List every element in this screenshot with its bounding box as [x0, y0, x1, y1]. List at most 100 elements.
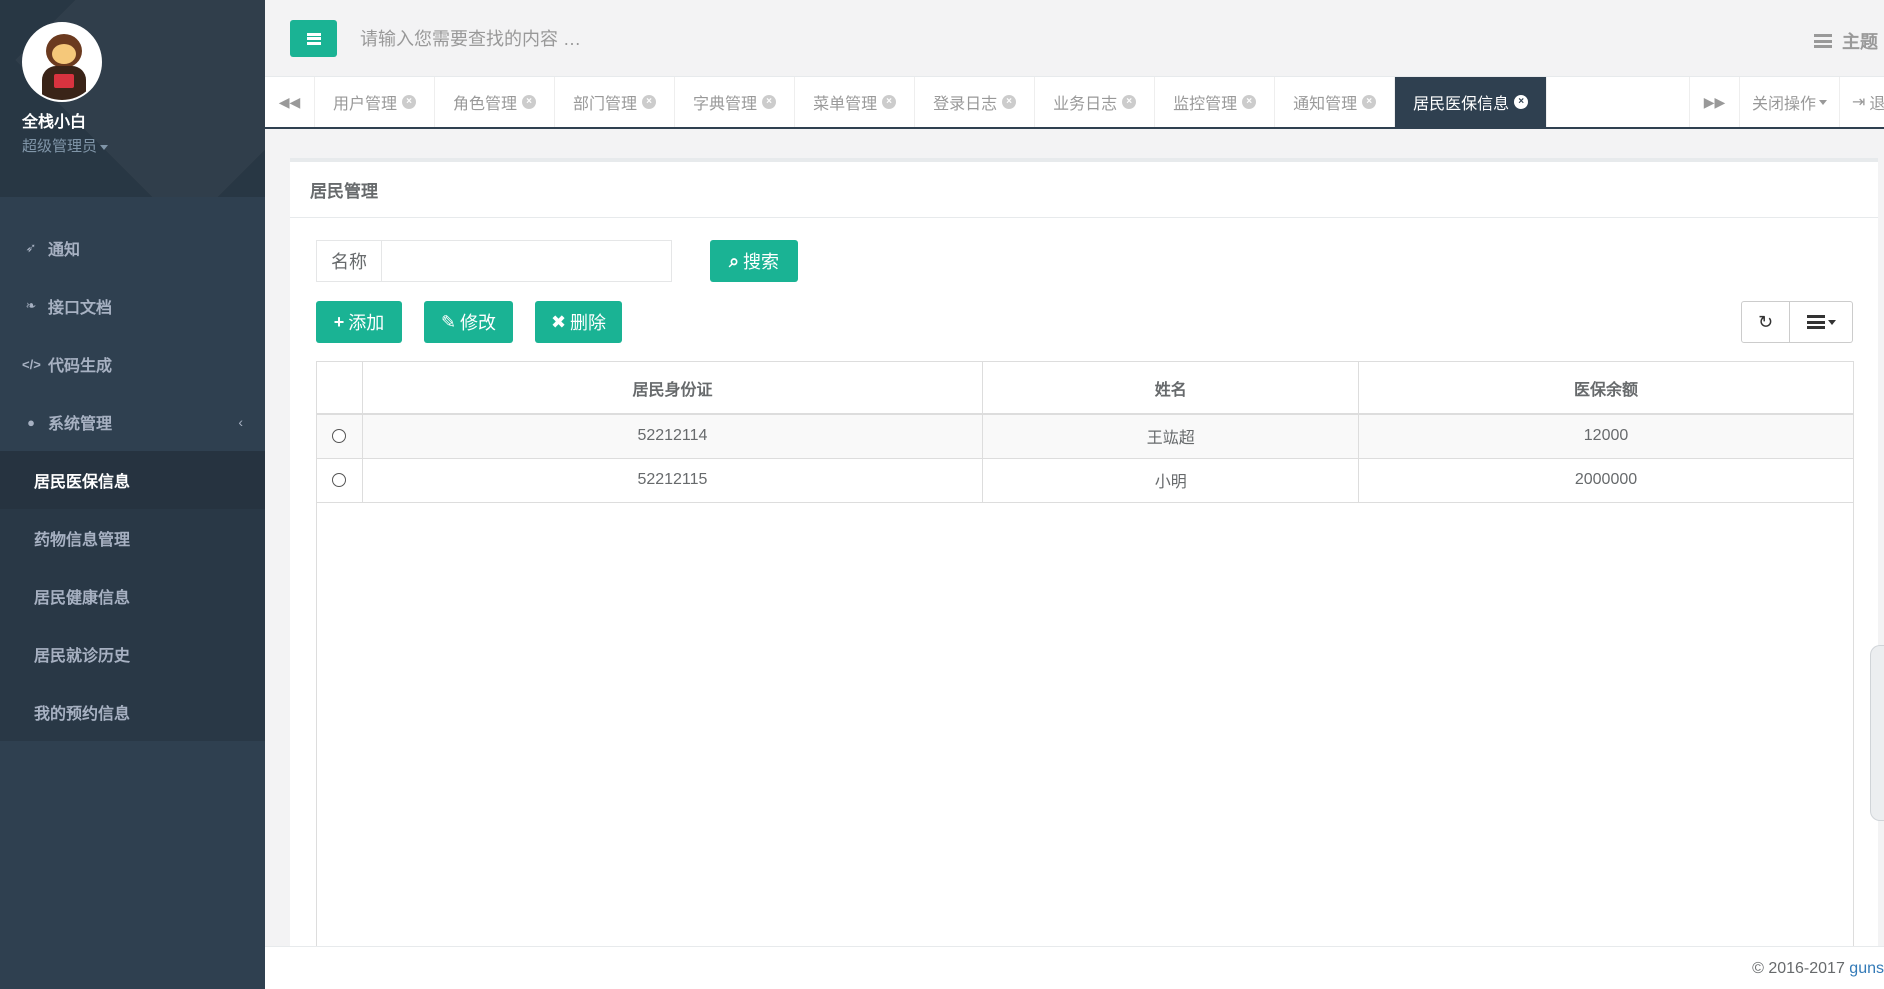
tabs-right-controls: ▶▶ 关闭操作 ⇥退出 [1688, 77, 1884, 127]
add-button-label: 添加 [348, 313, 385, 333]
tabs-scroll-right-button[interactable]: ▶▶ [1688, 77, 1739, 127]
column-header-name[interactable]: 姓名 [982, 362, 1359, 415]
tab-role-management[interactable]: 角色管理 × [435, 77, 556, 127]
sidebar-item-system[interactable]: ● 系统管理 ‹ [0, 393, 265, 451]
close-icon[interactable]: × [522, 95, 537, 109]
page-tabs: 用户管理 × 角色管理 × 部门管理 × 字典管理 × 菜单管理 × 登录日志 × 业务日志… [315, 77, 1548, 127]
row-radio[interactable] [332, 429, 347, 444]
tab-label: 部门管理 [573, 96, 638, 113]
sidebar-subitem-label: 居民医保信息 [34, 474, 131, 491]
tab-login-log[interactable]: 登录日志 × [915, 77, 1036, 127]
search-button-label: 搜索 [743, 252, 780, 272]
sidebar-item-label: 接口文档 [48, 300, 113, 317]
sidebar-subitem-visit-history[interactable]: 居民就诊历史 [0, 625, 265, 683]
tab-label: 通知管理 [1293, 96, 1358, 113]
hamburger-icon [306, 32, 321, 45]
page-tabs-bar: ◀◀ 用户管理 × 角色管理 × 部门管理 × 字典管理 × 菜单管理 × 登录日志 × 业… [265, 77, 1884, 129]
floating-side-widget[interactable] [1870, 645, 1884, 821]
exit-button[interactable]: ⇥退出 [1839, 77, 1884, 127]
row-select-cell [317, 458, 362, 503]
edit-button[interactable]: ✎ 修改 [424, 301, 513, 343]
tab-label: 用户管理 [333, 96, 398, 113]
sidebar-item-notice[interactable]: ➶ 通知 [0, 219, 265, 277]
sidebar-item-codegen[interactable]: </> 代码生成 [0, 335, 265, 393]
cell-name: 王竑超 [982, 414, 1359, 459]
name-search-group: 名称 [316, 240, 672, 282]
name-label: 名称 [316, 240, 382, 282]
tasks-icon [1814, 34, 1832, 48]
profile-name: 全栈小白 [22, 114, 87, 131]
add-button[interactable]: + 添加 [316, 301, 402, 343]
data-table: 居民身份证 姓名 医保余额 52212114 王竑超 12000 5221211… [316, 361, 1854, 962]
exit-label: 退出 [1869, 96, 1884, 113]
top-header: 主题 [265, 0, 1884, 77]
table-toolbar: ↻ [1741, 301, 1853, 343]
search-icon: ⌕ [728, 250, 740, 271]
tab-dict-management[interactable]: 字典管理 × [675, 77, 796, 127]
profile-role-dropdown[interactable]: 超级管理员 [22, 135, 265, 156]
sidebar-subitem-label: 我的预约信息 [34, 706, 131, 723]
tab-monitor[interactable]: 监控管理 × [1155, 77, 1276, 127]
cell-id-card: 52212114 [361, 414, 983, 459]
tabs-scroll-left-button[interactable]: ◀◀ [265, 77, 315, 127]
close-icon[interactable]: × [402, 95, 417, 109]
close-icon[interactable]: × [1122, 95, 1137, 109]
profile-panel: 全栈小白 超级管理员 [0, 0, 265, 197]
close-icon[interactable]: × [1002, 95, 1017, 109]
tab-user-management[interactable]: 用户管理 × [315, 77, 436, 127]
code-icon: </> [22, 356, 41, 372]
caret-down-icon [1827, 319, 1836, 325]
global-search-input[interactable] [360, 20, 960, 58]
close-operations-dropdown[interactable]: 关闭操作 [1738, 77, 1839, 127]
avatar[interactable] [22, 22, 102, 102]
user-icon: ● [27, 414, 35, 430]
close-operations-label: 关闭操作 [1751, 96, 1816, 113]
sidebar-item-api-docs[interactable]: ❧ 接口文档 [0, 277, 265, 335]
forward-icon: ▶▶ [1703, 93, 1726, 110]
tab-dept-management[interactable]: 部门管理 × [555, 77, 676, 127]
sidebar-item-label: 系统管理 [48, 416, 113, 433]
close-icon[interactable]: × [1514, 95, 1529, 109]
row-radio[interactable] [332, 472, 347, 487]
table-row[interactable]: 52212115 小明 2000000 [317, 458, 1853, 503]
column-header-id-card[interactable]: 居民身份证 [361, 362, 983, 415]
delete-button[interactable]: ✖ 删除 [535, 301, 622, 343]
backward-icon: ◀◀ [278, 93, 301, 110]
close-icon[interactable]: × [642, 95, 657, 109]
search-button[interactable]: ⌕ 搜索 [710, 240, 798, 282]
cell-id-card: 52212115 [361, 458, 983, 503]
chevron-left-icon: ‹ [238, 414, 243, 430]
tab-label: 角色管理 [453, 96, 518, 113]
refresh-icon: ↻ [1757, 311, 1774, 332]
close-icon[interactable]: × [882, 95, 897, 109]
copyright-text: © 2016-2017 [1752, 960, 1850, 977]
sidebar-subitem-insurance[interactable]: 居民医保信息 [0, 451, 265, 509]
content-panel: 居民管理 名称 ⌕ 搜索 + 添加 ✎ 修改 ✖ 删除 ↻ 居民身份证 姓名 医保 [290, 158, 1878, 962]
close-icon[interactable]: × [1362, 95, 1377, 109]
tab-label: 菜单管理 [813, 96, 878, 113]
toggle-sidebar-button[interactable] [290, 20, 337, 57]
columns-toggle-button[interactable] [1790, 301, 1853, 343]
tab-menu-management[interactable]: 菜单管理 × [795, 77, 916, 127]
times-icon: ✖ [550, 311, 567, 332]
footer-link[interactable]: guns [1849, 960, 1884, 977]
table-row[interactable]: 52212114 王竑超 12000 [317, 414, 1853, 459]
caret-down-icon [1819, 99, 1827, 105]
sidebar-subitem-health[interactable]: 居民健康信息 [0, 567, 265, 625]
theme-label: 主题 [1842, 32, 1878, 52]
tab-label: 登录日志 [933, 96, 998, 113]
tab-business-log[interactable]: 业务日志 × [1035, 77, 1156, 127]
column-header-balance[interactable]: 医保余额 [1358, 362, 1853, 415]
tab-notice-management[interactable]: 通知管理 × [1275, 77, 1396, 127]
sidebar-item-label: 通知 [48, 242, 81, 259]
refresh-button[interactable]: ↻ [1741, 301, 1790, 343]
sidebar-subitem-drugs[interactable]: 药物信息管理 [0, 509, 265, 567]
theme-button[interactable]: 主题 [1814, 28, 1878, 54]
sidebar-subitem-appointments[interactable]: 我的预约信息 [0, 683, 265, 741]
delete-button-label: 删除 [570, 313, 607, 333]
close-icon[interactable]: × [1242, 95, 1257, 109]
close-icon[interactable]: × [762, 95, 777, 109]
cell-balance: 2000000 [1358, 458, 1853, 503]
name-search-input[interactable] [382, 240, 672, 282]
tab-resident-insurance[interactable]: 居民医保信息 × [1395, 77, 1548, 127]
